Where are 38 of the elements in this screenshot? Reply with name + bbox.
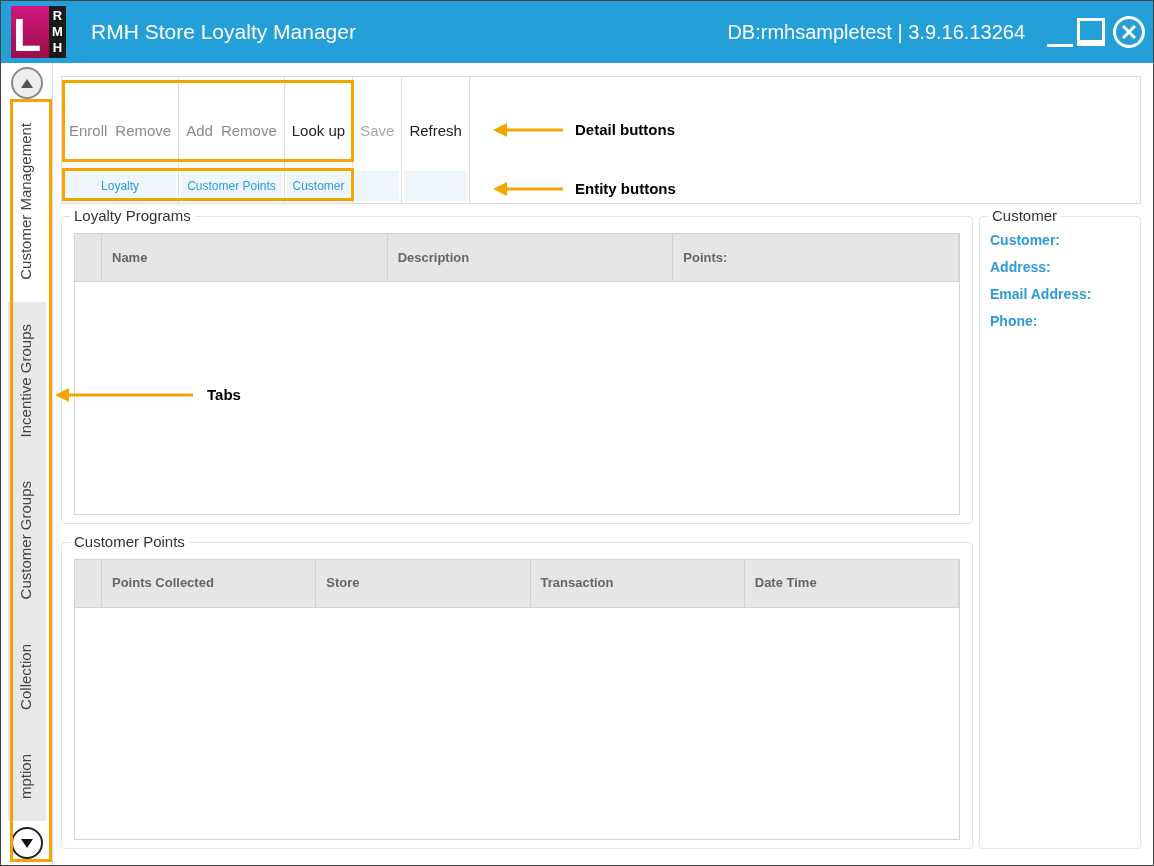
column-header[interactable]: Description [387,234,674,281]
side-tab[interactable]: mption [7,731,46,821]
maximize-button[interactable] [1077,18,1105,46]
callout-label: Entity buttons [575,179,676,199]
entity-button[interactable]: Customer [286,171,351,201]
field-label: Phone: [990,312,1039,331]
database-version: DB:rmhsampletest | 3.9.16.13264 [727,20,1025,45]
field-label: Email Address: [990,285,1093,304]
column-header[interactable]: Transaction [530,559,745,607]
side-tab[interactable]: Incentive Groups [7,301,46,460]
arrow [493,123,563,138]
entity-button[interactable]: Customer Points [181,171,282,201]
field-label: Address: [990,258,1052,277]
column-header[interactable]: Name [102,234,388,281]
side-tab[interactable]: Collection [7,621,46,732]
field-label: Customer: [990,231,1061,250]
logo-letter: H [52,40,63,56]
toolbar-button[interactable]: Look up [290,119,347,143]
entity-button[interactable]: Loyalty [64,171,177,201]
close-button[interactable] [1113,16,1145,48]
arrow [493,182,563,197]
callout-label: Detail buttons [575,120,675,140]
up-triangle-icon [20,78,33,88]
column-header[interactable]: Points: [673,234,959,281]
logo-letter: L [12,12,42,58]
close-icon [1122,25,1136,39]
logo-letter: R [52,8,63,24]
column-header[interactable]: Date Time [744,559,959,607]
group-title: Loyalty Programs [70,207,195,225]
down-triangle-icon [20,838,33,848]
column-header[interactable]: Points Collected [102,559,317,607]
window-title: RMH Store Loyalty Manager [91,19,356,46]
column-header[interactable]: Store [316,559,531,607]
callout-label: Tabs [207,385,241,405]
side-tab[interactable]: Customer Groups [7,459,46,622]
scroll-up-button[interactable] [10,67,43,99]
logo-letter: M [52,24,63,40]
toolbar-button[interactable]: Refresh [408,119,463,143]
